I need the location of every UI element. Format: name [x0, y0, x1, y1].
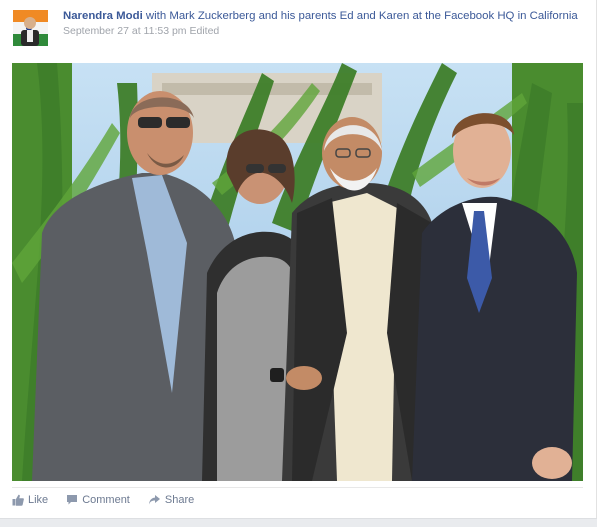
- speech-bubble-icon: [67, 495, 78, 505]
- avatar-image: [13, 10, 48, 46]
- share-label: Share: [164, 494, 195, 506]
- post-header: Narendra Modi with Mark Zuckerberg and h…: [63, 9, 583, 23]
- post-meta: September 27 at 11:53 pm Edited: [63, 25, 219, 37]
- share-button[interactable]: Share: [148, 494, 194, 506]
- share-arrow-icon: [148, 495, 160, 505]
- facebook-post: Narendra Modi with Mark Zuckerberg and h…: [0, 0, 597, 518]
- comment-label: Comment: [82, 494, 130, 506]
- post-description: with Mark Zuckerberg and his parents Ed …: [145, 10, 578, 22]
- comment-button[interactable]: Comment: [66, 494, 130, 506]
- author-name-link[interactable]: Narendra Modi: [63, 10, 143, 22]
- like-button[interactable]: Like: [12, 494, 48, 506]
- post-timestamp[interactable]: September 27 at 11:53 pm: [63, 25, 187, 37]
- like-label: Like: [28, 494, 49, 506]
- post-actions-bar: Like Comment Share: [12, 487, 583, 512]
- post-edited-label[interactable]: Edited: [189, 25, 219, 37]
- thumbs-up-icon: [12, 494, 24, 506]
- post-photo[interactable]: [12, 63, 583, 481]
- author-avatar[interactable]: [13, 10, 48, 46]
- photo-illustration: [12, 63, 583, 481]
